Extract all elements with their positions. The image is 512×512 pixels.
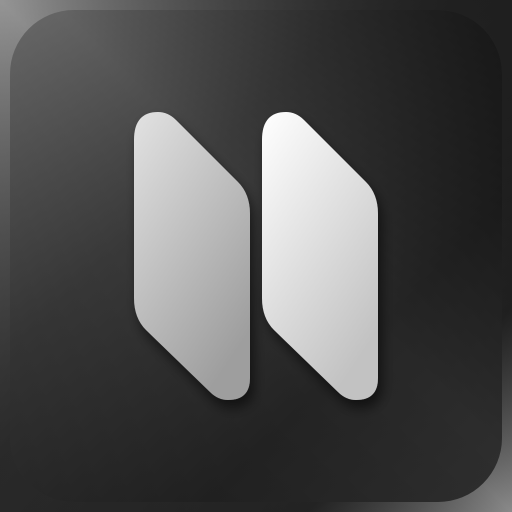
icon-canvas bbox=[0, 0, 512, 512]
icon-tile-shade bbox=[10, 10, 502, 502]
app-icon bbox=[0, 0, 512, 512]
